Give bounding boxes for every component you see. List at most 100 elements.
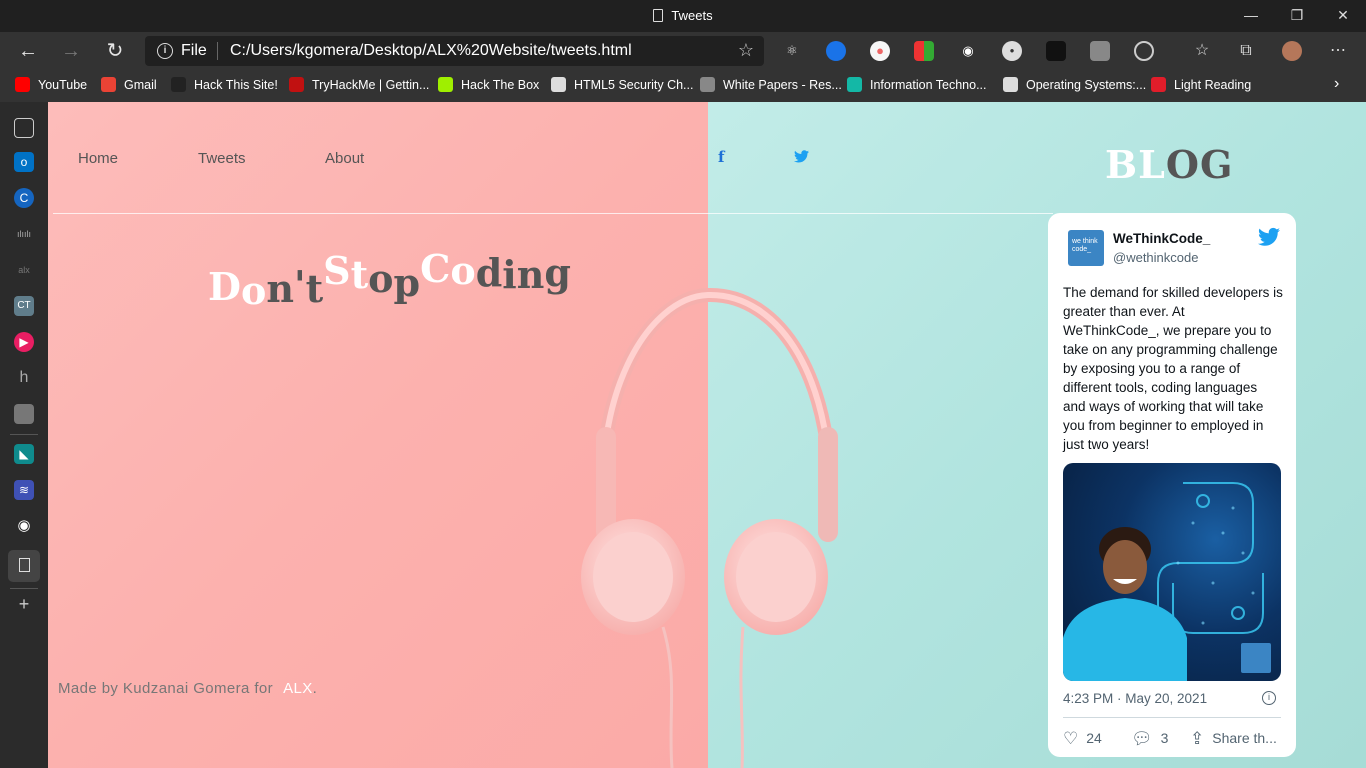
- bookmark-item[interactable]: TryHackMe | Gettin...: [289, 77, 429, 92]
- tweet-text: The demand for skilled developers is gre…: [1063, 285, 1283, 452]
- outlook-icon[interactable]: o: [14, 152, 34, 172]
- footer-credit: Made by Kudzanai Gomera for ALX.: [58, 680, 317, 697]
- circle-extension-icon[interactable]: [1134, 41, 1154, 61]
- document-icon: [653, 9, 664, 22]
- reader-app-icon[interactable]: [14, 404, 34, 424]
- hero-letter: C: [420, 246, 451, 291]
- cisco-icon[interactable]: ılıılı: [14, 224, 34, 244]
- bookmark-item[interactable]: HTML5 Security Ch...: [551, 77, 693, 92]
- facebook-icon[interactable]: f: [718, 148, 724, 166]
- bookmark-favicon-icon: [438, 77, 453, 92]
- hero-letter: o: [368, 256, 394, 301]
- alx-link[interactable]: ALX: [283, 680, 313, 697]
- more-menu-icon[interactable]: ⋯: [1328, 41, 1348, 61]
- embedded-tweet-card[interactable]: we think code_ WeThinkCode_ @wethinkcode…: [1048, 213, 1296, 757]
- bookmarks-overflow-chevron-icon[interactable]: ›: [1334, 75, 1339, 93]
- favorites-icon[interactable]: ☆: [1192, 41, 1212, 61]
- heart-icon: ♡: [1063, 729, 1079, 748]
- bookmark-label: White Papers - Res...: [723, 78, 842, 92]
- hero-letter: D: [208, 264, 241, 309]
- address-bar[interactable]: i File C:/Users/kgomera/Desktop/ALX%20We…: [145, 36, 764, 66]
- footer-end: .: [312, 680, 318, 697]
- eye-extension-icon[interactable]: •: [1002, 41, 1022, 61]
- stack-app-icon[interactable]: ≋: [14, 480, 34, 500]
- bookmark-label: Hack The Box: [461, 78, 540, 92]
- nav-tweets-link[interactable]: Tweets: [198, 150, 246, 167]
- tweets-page-icon[interactable]: [8, 550, 40, 582]
- bookmark-item[interactable]: Information Techno...: [847, 77, 987, 92]
- share-extension-icon[interactable]: [826, 41, 846, 61]
- tweet-photo[interactable]: [1063, 463, 1281, 681]
- github-extension-icon[interactable]: ◉: [958, 41, 978, 61]
- github-icon[interactable]: ◉: [14, 516, 34, 536]
- bookmark-label: TryHackMe | Gettin...: [312, 78, 430, 92]
- app-icon[interactable]: ◣: [14, 444, 34, 464]
- play-app-icon[interactable]: ▶: [14, 332, 34, 352]
- blog-logo-part2: O: [1165, 142, 1200, 187]
- bookmark-favicon-icon: [551, 77, 566, 92]
- nav-about-link[interactable]: About: [325, 150, 364, 167]
- h-app-icon[interactable]: h: [14, 368, 34, 388]
- twitter-icon[interactable]: [794, 150, 809, 167]
- bookmark-item[interactable]: Gmail: [101, 77, 157, 92]
- browser-toolbar: ← → ↻ i File C:/Users/kgomera/Desktop/AL…: [0, 32, 1366, 70]
- window-title: Tweets: [0, 8, 1366, 23]
- profile-avatar[interactable]: [1282, 41, 1302, 61]
- share-button[interactable]: ⇪ Share th...: [1190, 729, 1277, 749]
- collections-icon[interactable]: ⧉: [1236, 41, 1256, 61]
- bookmark-item[interactable]: Hack This Site!: [171, 77, 278, 92]
- bookmark-item[interactable]: Light Reading: [1151, 77, 1251, 92]
- bookmark-favicon-icon: [700, 77, 715, 92]
- bookmark-favicon-icon: [101, 77, 116, 92]
- hero-letter: d: [475, 250, 503, 295]
- add-icon[interactable]: +: [14, 594, 34, 614]
- back-button[interactable]: ←: [15, 38, 41, 64]
- twitter-bird-icon[interactable]: [1258, 227, 1280, 247]
- close-button[interactable]: ✕: [1328, 4, 1358, 26]
- hero-letter: g: [544, 250, 571, 295]
- nav-home-link[interactable]: Home: [78, 150, 118, 167]
- colorful-extension-icon[interactable]: [914, 41, 934, 61]
- bookmark-item[interactable]: White Papers - Res...: [700, 77, 842, 92]
- bookmark-label: Hack This Site!: [194, 78, 278, 92]
- hero-letter: t: [350, 252, 369, 297]
- restore-button[interactable]: ❐: [1282, 4, 1312, 26]
- hero-letter: ': [293, 262, 306, 307]
- hero-letter: t: [305, 266, 324, 311]
- tweet-author-name[interactable]: WeThinkCode_: [1113, 231, 1210, 246]
- forward-button[interactable]: →: [58, 38, 84, 64]
- headphones-image: [581, 287, 838, 768]
- reply-button[interactable]: 💬︎ 3: [1131, 729, 1168, 749]
- info-icon[interactable]: i: [157, 43, 173, 59]
- bookmark-item[interactable]: Operating Systems:...: [1003, 77, 1146, 92]
- copy-extension-icon[interactable]: [1090, 41, 1110, 61]
- add-favorite-icon[interactable]: ☆: [738, 40, 754, 61]
- like-count: 24: [1086, 730, 1102, 746]
- bookmark-favicon-icon: [15, 77, 30, 92]
- c-app-icon[interactable]: C: [14, 188, 34, 208]
- react-extension-icon[interactable]: ⚛: [782, 41, 802, 61]
- tweet-info-icon[interactable]: i: [1262, 691, 1276, 705]
- bookmark-item[interactable]: YouTube: [15, 77, 87, 92]
- url-text[interactable]: C:/Users/kgomera/Desktop/ALX%20Website/t…: [230, 42, 632, 60]
- sidebar-news-icon[interactable]: [14, 118, 34, 138]
- ct-icon[interactable]: CT: [14, 296, 34, 316]
- alx-icon[interactable]: alx: [14, 260, 34, 280]
- bookmark-label: Operating Systems:...: [1026, 78, 1147, 92]
- bookmark-favicon-icon: [1151, 77, 1166, 92]
- tweet-timestamp[interactable]: 4:23 PM · May 20, 2021: [1063, 691, 1207, 706]
- extension-icon[interactable]: ●: [870, 41, 890, 61]
- blog-logo-part1: BL: [1105, 142, 1166, 187]
- hero-letter: o: [240, 268, 267, 313]
- bookmark-item[interactable]: Hack The Box: [438, 77, 539, 92]
- sidebar-separator: [10, 588, 38, 589]
- tweet-avatar[interactable]: we think code_: [1068, 230, 1104, 266]
- grid-extension-icon[interactable]: [1046, 41, 1066, 61]
- like-button[interactable]: ♡ 24: [1063, 729, 1102, 749]
- bookmark-label: YouTube: [38, 78, 88, 92]
- window-titlebar: Tweets — ❐ ✕: [0, 0, 1366, 32]
- hero-letter: S: [323, 248, 351, 293]
- refresh-button[interactable]: ↻: [102, 38, 128, 64]
- minimize-button[interactable]: —: [1236, 4, 1266, 26]
- tweet-author-handle[interactable]: @wethinkcode: [1113, 250, 1198, 265]
